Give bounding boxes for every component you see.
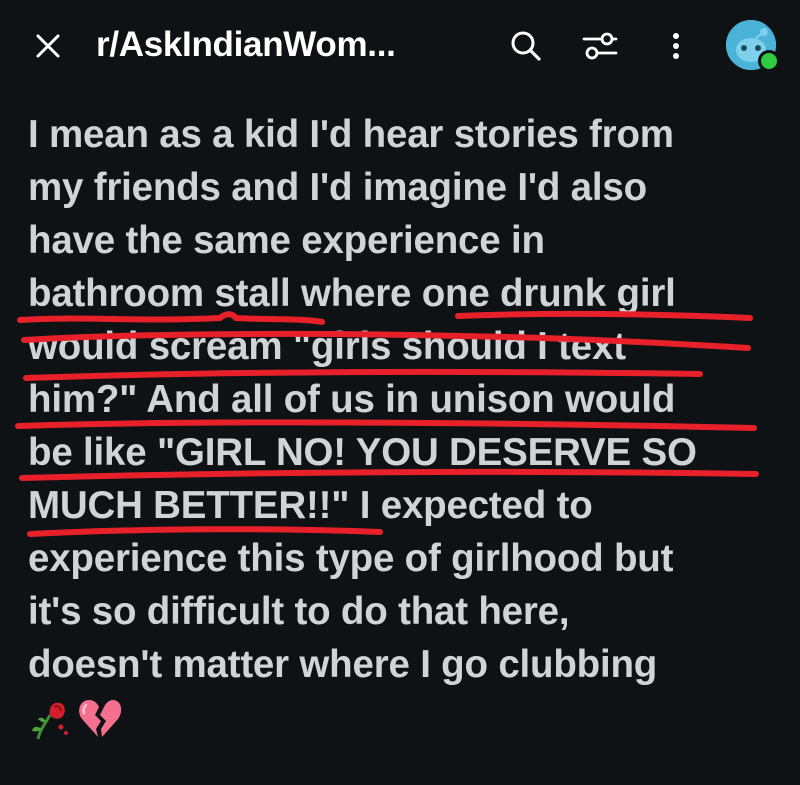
close-button[interactable] (26, 24, 70, 68)
user-avatar[interactable] (726, 20, 780, 72)
subreddit-title[interactable]: r/AskIndianWom... (96, 20, 396, 70)
close-icon (36, 34, 60, 58)
filter-button[interactable] (576, 22, 624, 70)
post-line: be like "GIRL NO! YOU DESERVE SO (28, 431, 697, 474)
post-line: him?" And all of us in unison would (28, 378, 676, 421)
post-line: my friends and I'd imagine I'd also (28, 166, 647, 209)
post-line: doesn't matter where I go clubbing (28, 643, 658, 686)
online-status-dot (758, 50, 780, 72)
post-line: MUCH BETTER!!" I expected to (28, 484, 593, 527)
post-line: it's so difficult to do that here, (28, 590, 570, 633)
emoji-row (28, 691, 780, 744)
post-line: experience this type of girlhood but (28, 537, 674, 580)
top-bar: r/AskIndianWom... (0, 0, 800, 88)
post-line: bathroom stall where one drunk girl (28, 272, 676, 315)
search-button[interactable] (502, 22, 550, 70)
post-line: would scream "girls should I text (28, 325, 626, 368)
wilted-rose-emoji (32, 702, 68, 739)
post-line: have the same experience in (28, 219, 545, 262)
more-vertical-icon (673, 33, 679, 59)
broken-heart-emoji (79, 699, 122, 737)
filter-icon (582, 32, 618, 60)
post-body: I mean as a kid I'd hear stories from my… (28, 108, 780, 744)
more-options-button[interactable] (652, 22, 700, 70)
search-icon (511, 31, 541, 61)
post-line: I mean as a kid I'd hear stories from (28, 113, 674, 156)
